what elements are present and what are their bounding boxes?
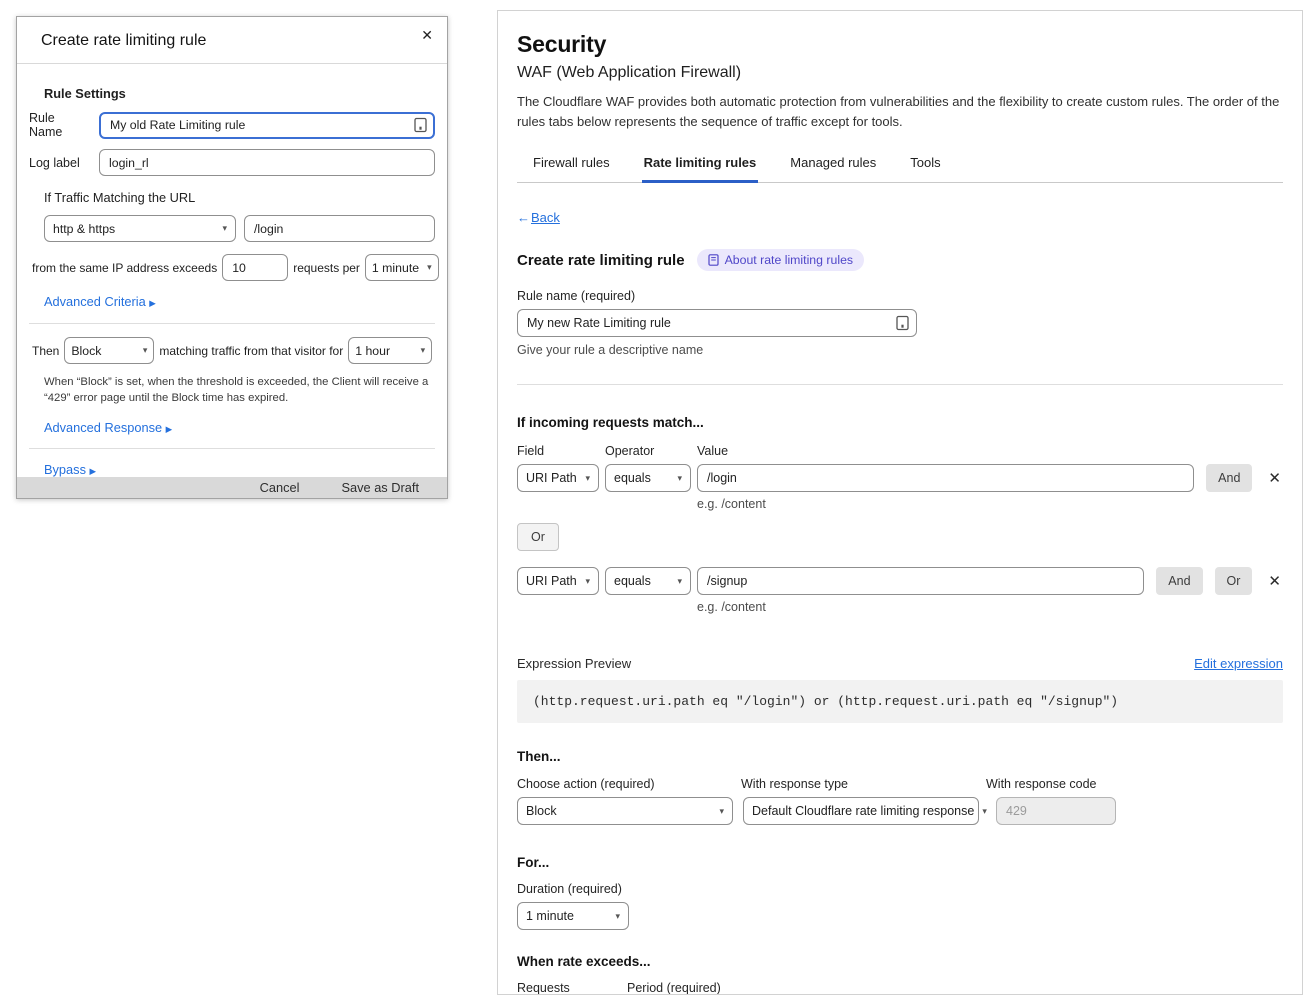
log-label-input[interactable] bbox=[99, 149, 435, 176]
tab-firewall-rules[interactable]: Firewall rules bbox=[531, 149, 612, 182]
chevron-down-icon: ▾ bbox=[719, 807, 724, 816]
chevron-down-icon: ▾ bbox=[427, 263, 432, 272]
requests-label: Requests (required) bbox=[517, 981, 627, 995]
response-code-input bbox=[996, 797, 1116, 825]
field-select[interactable]: URI Path ▾ bbox=[517, 464, 599, 492]
advanced-criteria-link[interactable]: Advanced Criteria ▶ bbox=[44, 294, 156, 309]
tab-managed-rules[interactable]: Managed rules bbox=[788, 149, 878, 182]
scheme-select[interactable]: http & https ▾ bbox=[44, 215, 236, 242]
log-label-label: Log label bbox=[29, 156, 91, 170]
then-heading: Then... bbox=[517, 749, 1283, 764]
operator-select[interactable]: equals ▾ bbox=[605, 464, 691, 492]
modal-footer: Cancel Save as Draft bbox=[17, 477, 447, 498]
caret-right-icon: ▶ bbox=[90, 466, 97, 476]
page-title: Security bbox=[517, 31, 1283, 58]
or-button[interactable]: Or bbox=[517, 523, 559, 551]
form-title: Create rate limiting rule bbox=[517, 252, 685, 269]
matching-text: matching traffic from that visitor for bbox=[159, 344, 343, 358]
block-note: When “Block” is set, when the threshold … bbox=[44, 374, 436, 407]
period-label: Period (required) bbox=[627, 981, 721, 995]
operator-column-label: Operator bbox=[605, 444, 697, 458]
traffic-match-label: If Traffic Matching the URL bbox=[44, 190, 435, 205]
chevron-down-icon: ▾ bbox=[585, 474, 590, 483]
document-icon bbox=[708, 254, 719, 266]
exceeds-text: from the same IP address exceeds bbox=[32, 261, 217, 275]
value-helper: e.g. /content bbox=[697, 600, 1283, 614]
tab-tools[interactable]: Tools bbox=[908, 149, 942, 182]
chevron-down-icon: ▾ bbox=[222, 224, 227, 233]
expression-preview-code: (http.request.uri.path eq "/login") or (… bbox=[517, 680, 1283, 723]
value-input[interactable] bbox=[697, 567, 1144, 595]
requests-per-text: requests per bbox=[293, 261, 360, 275]
match-row: URI Path ▾ equals ▾ And ✕ bbox=[517, 464, 1283, 492]
value-input[interactable] bbox=[697, 464, 1194, 492]
page-subtitle: WAF (Web Application Firewall) bbox=[517, 64, 1283, 82]
action-select[interactable]: Block ▾ bbox=[517, 797, 733, 825]
field-select[interactable]: URI Path ▾ bbox=[517, 567, 599, 595]
duration-select[interactable]: 1 minute ▾ bbox=[517, 902, 629, 930]
match-row: URI Path ▾ equals ▾ And Or ✕ bbox=[517, 567, 1283, 595]
requests-input[interactable] bbox=[222, 254, 288, 281]
response-type-label: With response type bbox=[741, 777, 986, 791]
chevron-down-icon: ▾ bbox=[677, 577, 682, 586]
rule-name-helper: Give your rule a descriptive name bbox=[517, 343, 1283, 357]
back-link[interactable]: ←Back bbox=[517, 210, 560, 225]
rule-name-label: Rule Name bbox=[29, 111, 91, 139]
chevron-down-icon: ▾ bbox=[982, 807, 987, 816]
cancel-button[interactable]: Cancel bbox=[260, 480, 300, 495]
duration-label: Duration (required) bbox=[517, 882, 1283, 896]
for-heading: For... bbox=[517, 855, 1283, 870]
close-icon[interactable]: ✕ bbox=[421, 27, 433, 44]
advanced-response-link[interactable]: Advanced Response ▶ bbox=[44, 420, 172, 435]
operator-select[interactable]: equals ▾ bbox=[605, 567, 691, 595]
remove-row-icon[interactable]: ✕ bbox=[1266, 574, 1283, 589]
and-button[interactable]: And bbox=[1156, 567, 1202, 595]
rule-name-input[interactable] bbox=[517, 309, 917, 337]
rule-name-input[interactable] bbox=[99, 112, 435, 139]
period-select[interactable]: 1 minute ▾ bbox=[365, 254, 439, 281]
or-button[interactable]: Or bbox=[1215, 567, 1253, 595]
response-type-select[interactable]: Default Cloudflare rate limiting respons… bbox=[743, 797, 979, 825]
about-rate-limiting-badge[interactable]: About rate limiting rules bbox=[697, 249, 865, 271]
save-as-draft-button[interactable]: Save as Draft bbox=[341, 480, 419, 495]
ban-duration-select[interactable]: 1 hour ▾ bbox=[348, 337, 432, 364]
match-heading: If incoming requests match... bbox=[517, 415, 1283, 430]
and-button[interactable]: And bbox=[1206, 464, 1252, 492]
chevron-down-icon: ▾ bbox=[677, 474, 682, 483]
arrow-left-icon: ← bbox=[517, 210, 530, 225]
page-description: The Cloudflare WAF provides both automat… bbox=[517, 92, 1283, 131]
caret-right-icon: ▶ bbox=[166, 424, 173, 434]
chevron-down-icon: ▾ bbox=[421, 346, 426, 355]
action-select[interactable]: Block ▾ bbox=[64, 337, 154, 364]
waf-tabs: Firewall rules Rate limiting rules Manag… bbox=[517, 149, 1283, 183]
chevron-down-icon: ▾ bbox=[615, 912, 620, 921]
url-input[interactable] bbox=[244, 215, 435, 242]
rule-name-label: Rule name (required) bbox=[517, 289, 1283, 303]
modal-title: Create rate limiting rule bbox=[41, 32, 423, 50]
then-label: Then bbox=[32, 344, 59, 358]
bypass-link[interactable]: Bypass ▶ bbox=[44, 462, 96, 477]
choose-action-label: Choose action (required) bbox=[517, 777, 741, 791]
response-code-label: With response code bbox=[986, 777, 1096, 791]
chevron-down-icon: ▾ bbox=[143, 346, 148, 355]
rate-heading: When rate exceeds... bbox=[517, 954, 1283, 969]
value-helper: e.g. /content bbox=[697, 497, 1283, 511]
remove-row-icon[interactable]: ✕ bbox=[1266, 471, 1283, 486]
create-rate-limit-modal: Create rate limiting rule ✕ Rule Setting… bbox=[16, 16, 448, 499]
security-waf-panel: Security WAF (Web Application Firewall) … bbox=[497, 10, 1303, 995]
field-column-label: Field bbox=[517, 444, 605, 458]
edit-expression-link[interactable]: Edit expression bbox=[1194, 656, 1283, 671]
value-column-label: Value bbox=[697, 444, 728, 458]
chevron-down-icon: ▾ bbox=[585, 577, 590, 586]
tab-rate-limiting-rules[interactable]: Rate limiting rules bbox=[642, 149, 759, 183]
expression-preview-label: Expression Preview bbox=[517, 656, 631, 671]
modal-header: Create rate limiting rule ✕ bbox=[17, 17, 447, 64]
rule-settings-heading: Rule Settings bbox=[44, 86, 435, 101]
caret-right-icon: ▶ bbox=[149, 298, 156, 308]
